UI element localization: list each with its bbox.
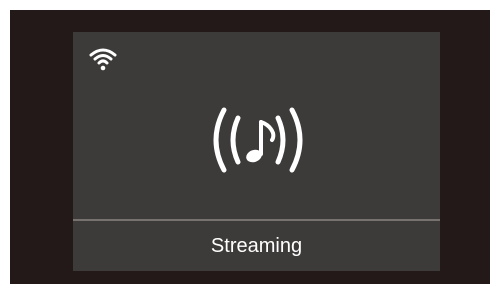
device-display: Streaming [73, 32, 440, 271]
wifi-icon [89, 48, 117, 71]
music-streaming-icon [213, 107, 303, 173]
status-label: Streaming [210, 234, 303, 257]
